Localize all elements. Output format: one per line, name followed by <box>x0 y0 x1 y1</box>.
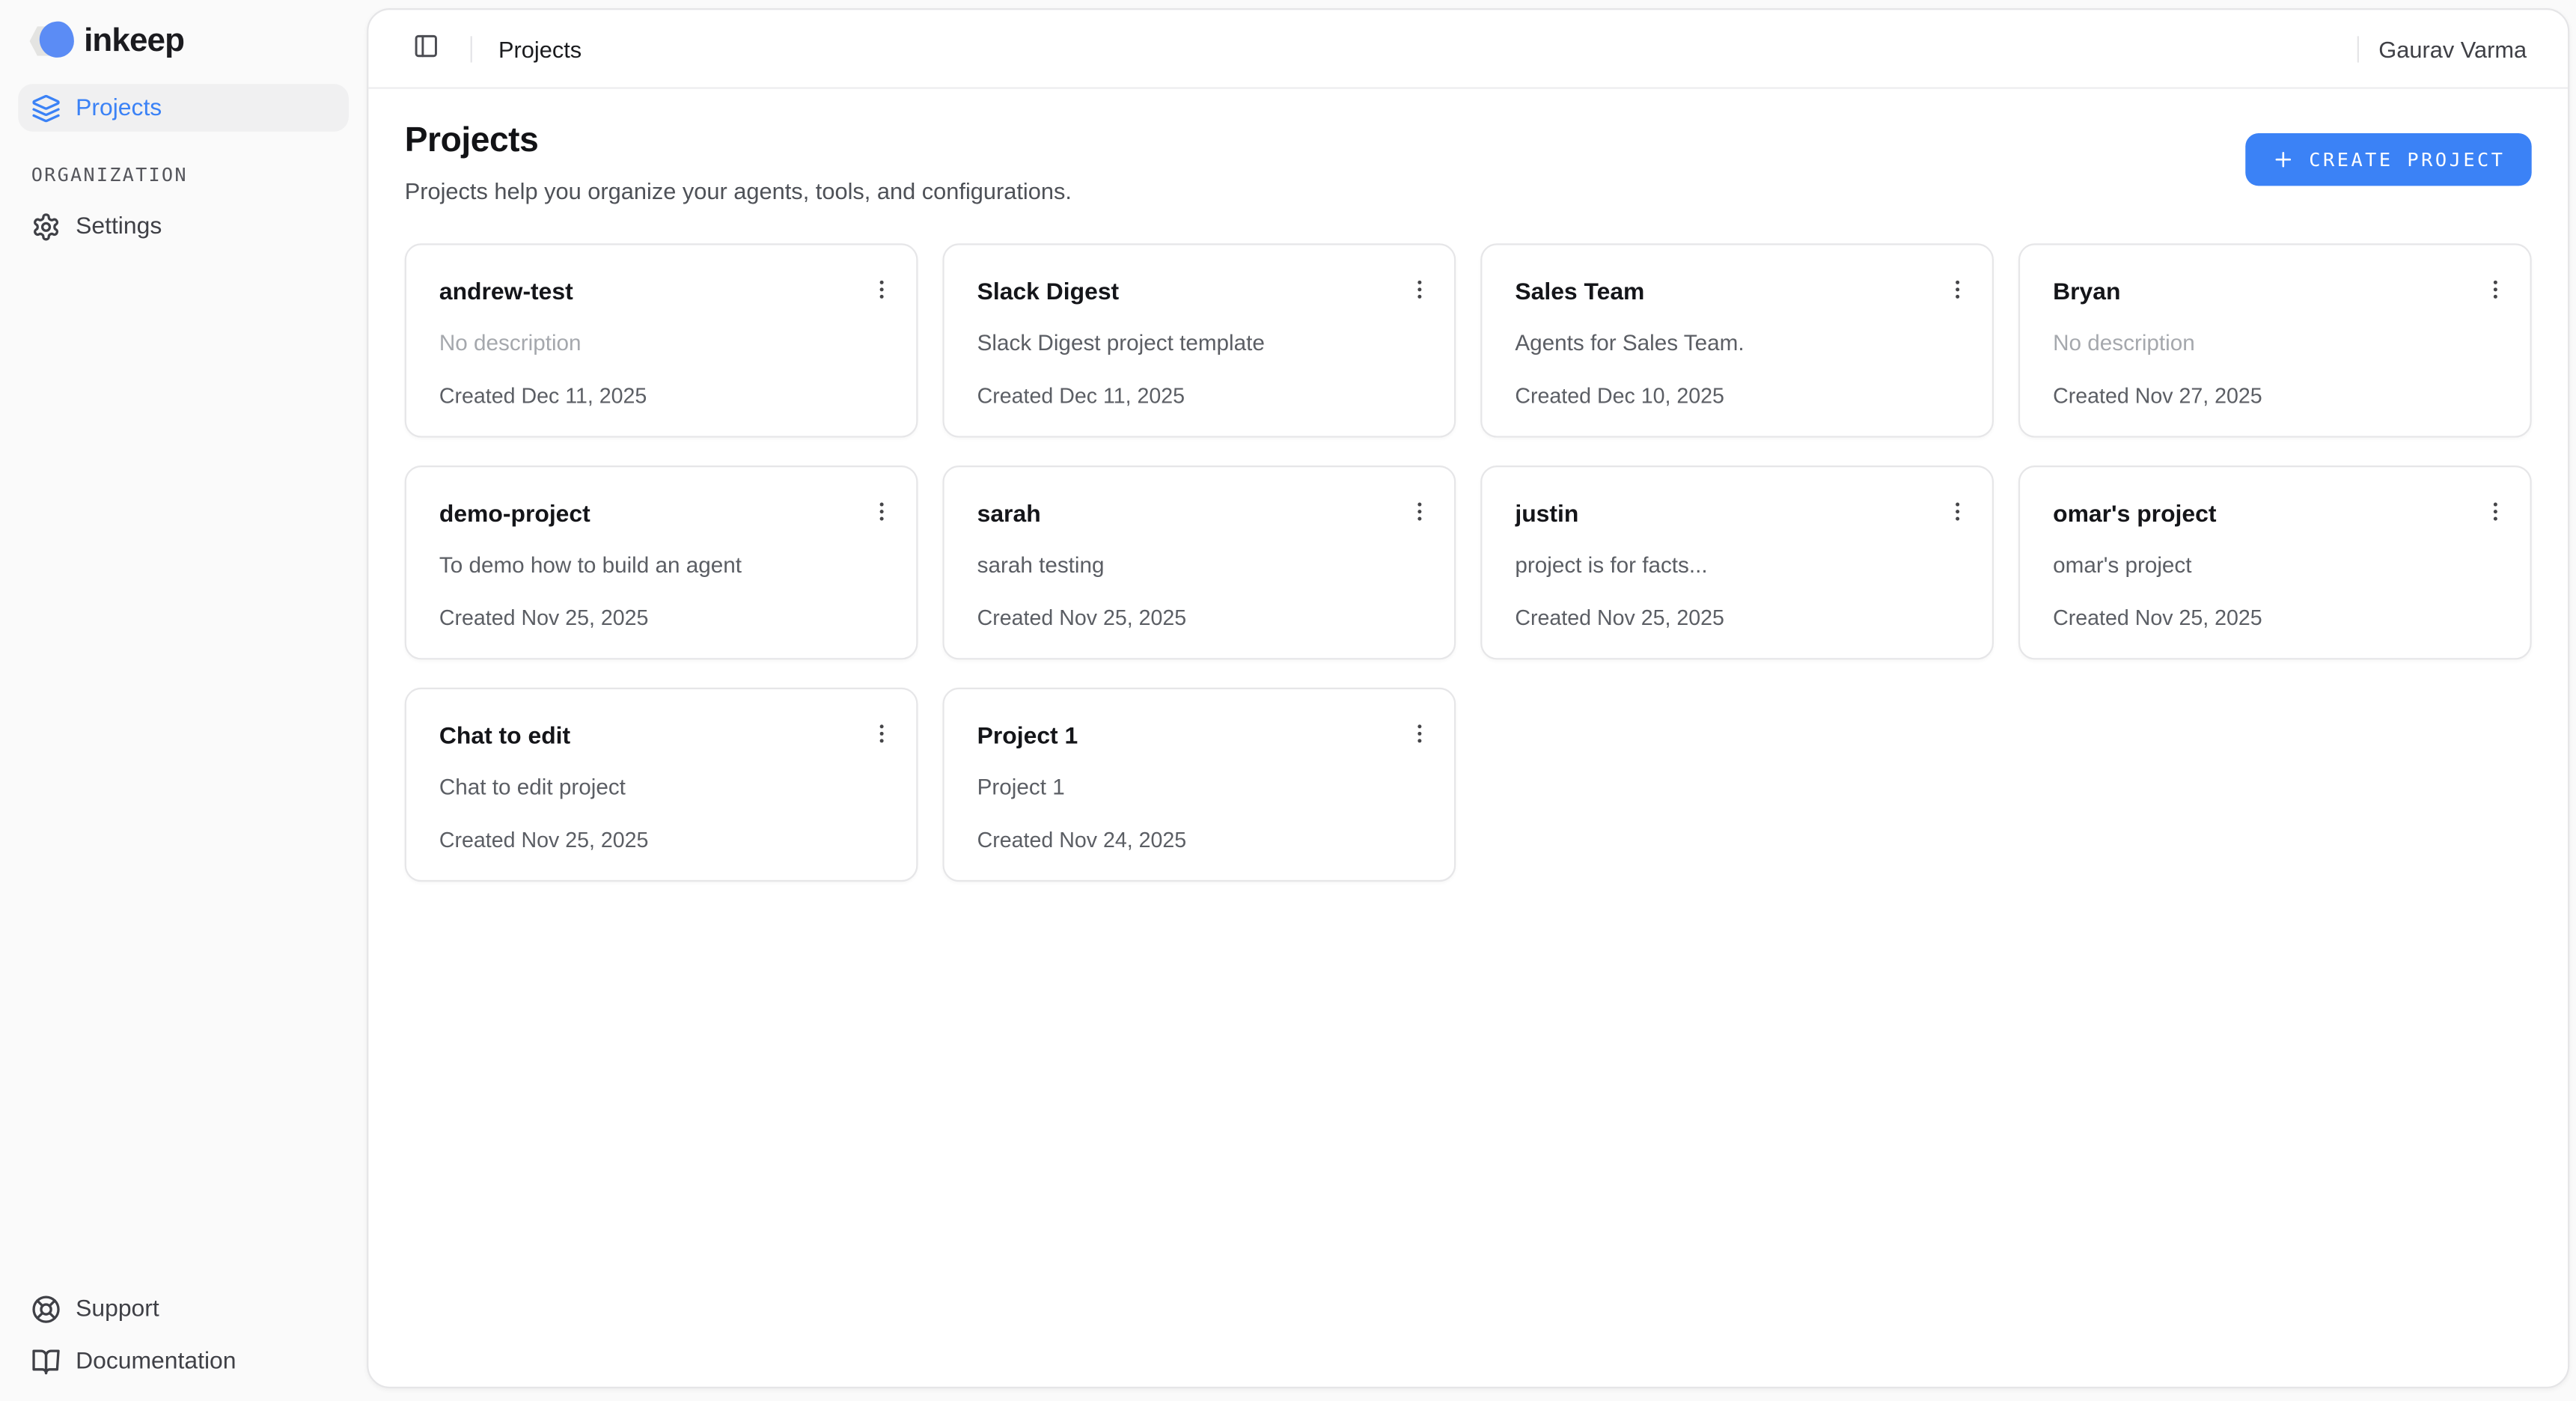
brand-name: inkeep <box>84 22 184 61</box>
app: inkeep Projects ORGANIZATION <box>0 0 2576 1401</box>
project-card-title: Slack Digest <box>977 276 1382 309</box>
project-card-description: project is for facts... <box>1515 549 1920 581</box>
project-card-title: Bryan <box>2053 276 2458 309</box>
project-card-description: Chat to edit project <box>439 772 844 803</box>
kebab-icon <box>869 498 895 525</box>
project-card-menu-button[interactable] <box>1398 490 1441 533</box>
sidebar-toggle-button[interactable] <box>405 27 448 70</box>
project-card-menu-button[interactable] <box>1936 490 1979 533</box>
kebab-icon <box>1406 721 1432 747</box>
kebab-icon <box>2482 498 2509 525</box>
project-card-description: Project 1 <box>977 772 1382 803</box>
project-card-created: Created Nov 25, 2025 <box>439 604 844 634</box>
project-card-menu-button[interactable] <box>1398 712 1441 755</box>
sidebar-organization-nav: Settings <box>18 202 349 250</box>
kebab-icon <box>1944 498 1971 525</box>
project-card-created: Created Nov 25, 2025 <box>977 604 1382 634</box>
project-card-description: Slack Digest project template <box>977 327 1382 358</box>
user-menu[interactable]: Gaurav Varma <box>2378 35 2527 61</box>
project-card-description: Agents for Sales Team. <box>1515 327 1920 358</box>
project-card-title: justin <box>1515 498 1920 531</box>
kebab-icon <box>869 721 895 747</box>
book-open-icon <box>31 1346 61 1376</box>
project-card-created: Created Nov 25, 2025 <box>1515 604 1920 634</box>
sidebar-item-label: Settings <box>76 213 162 239</box>
project-card[interactable]: Sales Team Agents for Sales Team. Create… <box>1480 243 1994 437</box>
sidebar-nav: Projects <box>18 84 349 132</box>
sidebar-item-support[interactable]: Support <box>18 1285 349 1333</box>
project-card-description: No description <box>439 327 844 358</box>
project-card[interactable]: justin project is for facts... Created N… <box>1480 466 1994 659</box>
project-card-description: To demo how to build an agent <box>439 549 844 581</box>
project-card-title: Project 1 <box>977 721 1382 754</box>
projects-page: Projects Projects help you organize your… <box>368 89 2568 882</box>
lifebuoy-icon <box>31 1294 61 1324</box>
organization-section-label: ORGANIZATION <box>31 163 188 186</box>
page-header: Projects Projects help you organize your… <box>405 122 2532 204</box>
project-card-menu-button[interactable] <box>2474 268 2517 311</box>
project-card-created: Created Dec 11, 2025 <box>977 382 1382 412</box>
project-card[interactable]: Project 1 Project 1 Created Nov 24, 2025 <box>942 688 1456 882</box>
sidebar-item-label: Support <box>76 1295 159 1322</box>
project-card[interactable]: demo-project To demo how to build an age… <box>405 466 918 659</box>
sidebar-item-documentation[interactable]: Documentation <box>18 1337 349 1385</box>
project-card[interactable]: Chat to edit Chat to edit project Create… <box>405 688 918 882</box>
breadcrumb: Projects <box>498 35 582 61</box>
project-card[interactable]: omar's project omar's project Created No… <box>2018 466 2532 659</box>
panel-left-icon <box>413 33 439 64</box>
project-card[interactable]: Bryan No description Created Nov 27, 202… <box>2018 243 2532 437</box>
project-card-created: Created Dec 10, 2025 <box>1515 382 1920 412</box>
sidebar-item-label: Projects <box>76 94 162 120</box>
main-panel: Projects Gaurav Varma Projects Projects … <box>367 8 2569 1388</box>
project-card-description: sarah testing <box>977 549 1382 581</box>
project-card-created: Created Nov 27, 2025 <box>2053 382 2458 412</box>
project-card[interactable]: Slack Digest Slack Digest project templa… <box>942 243 1456 437</box>
brand-logo: inkeep <box>30 22 185 61</box>
project-card-created: Created Nov 25, 2025 <box>439 825 844 855</box>
project-card-menu-button[interactable] <box>861 712 903 755</box>
kebab-icon <box>2482 276 2509 302</box>
project-card-description: omar's project <box>2053 549 2458 581</box>
project-card-title: sarah <box>977 498 1382 531</box>
project-card-created: Created Dec 11, 2025 <box>439 382 844 412</box>
project-card-title: demo-project <box>439 498 844 531</box>
kebab-icon <box>869 276 895 302</box>
project-card-menu-button[interactable] <box>861 490 903 533</box>
project-card-created: Created Nov 24, 2025 <box>977 825 1382 855</box>
project-card-menu-button[interactable] <box>1398 268 1441 311</box>
page-subtitle: Projects help you organize your agents, … <box>405 177 1072 204</box>
sidebar-footer: Support Documentation <box>18 1285 349 1385</box>
gear-icon <box>31 211 61 241</box>
layers-icon <box>31 93 61 123</box>
project-card-description: No description <box>2053 327 2458 358</box>
project-card[interactable]: andrew-test No description Created Dec 1… <box>405 243 918 437</box>
project-card-menu-button[interactable] <box>1936 268 1979 311</box>
kebab-icon <box>1406 498 1432 525</box>
project-card-title: Sales Team <box>1515 276 1920 309</box>
divider <box>471 35 472 61</box>
project-card[interactable]: sarah sarah testing Created Nov 25, 2025 <box>942 466 1456 659</box>
kebab-icon <box>1944 276 1971 302</box>
plus-icon <box>2271 148 2295 171</box>
create-project-label: CREATE PROJECT <box>2309 148 2505 171</box>
create-project-button[interactable]: CREATE PROJECT <box>2245 133 2532 186</box>
sidebar: inkeep Projects ORGANIZATION <box>0 0 367 1401</box>
page-title: Projects <box>405 122 1072 162</box>
projects-grid: andrew-test No description Created Dec 1… <box>405 243 2532 882</box>
project-card-title: omar's project <box>2053 498 2458 531</box>
kebab-icon <box>1406 276 1432 302</box>
project-card-menu-button[interactable] <box>2474 490 2517 533</box>
inkeep-logo-icon <box>30 22 74 61</box>
project-card-menu-button[interactable] <box>861 268 903 311</box>
sidebar-item-settings[interactable]: Settings <box>18 202 349 250</box>
sidebar-item-label: Documentation <box>76 1348 236 1374</box>
project-card-created: Created Nov 25, 2025 <box>2053 604 2458 634</box>
divider <box>2357 35 2359 61</box>
top-bar: Projects Gaurav Varma <box>368 10 2568 89</box>
sidebar-item-projects[interactable]: Projects <box>18 84 349 132</box>
project-card-title: Chat to edit <box>439 721 844 754</box>
project-card-title: andrew-test <box>439 276 844 309</box>
